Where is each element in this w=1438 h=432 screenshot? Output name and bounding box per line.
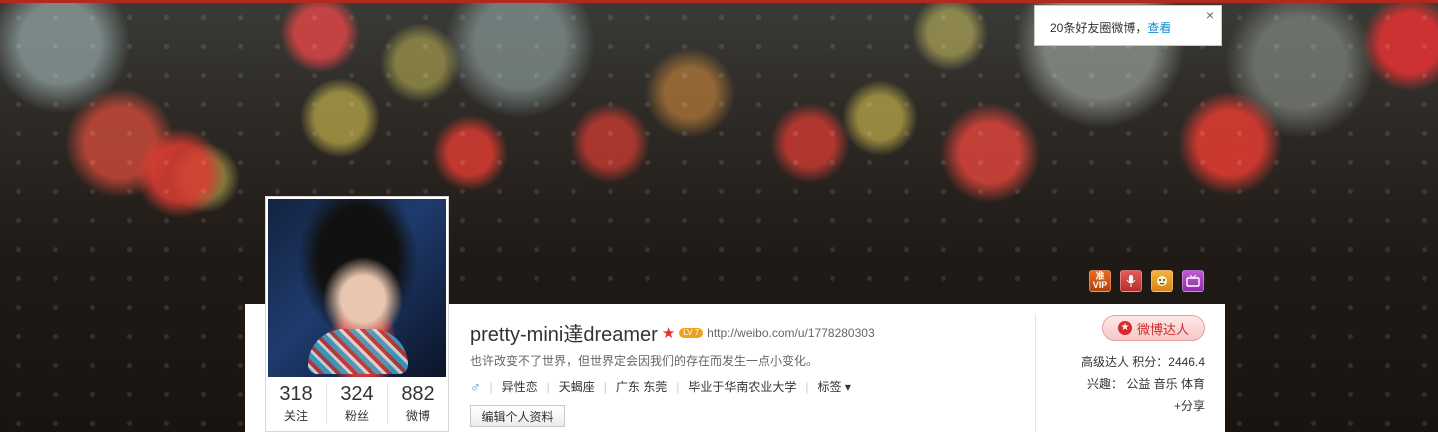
- separator: |: [805, 379, 809, 394]
- male-gender-icon: ♂: [470, 378, 481, 395]
- profile-bio: 也许改变不了世界，但世界定会因我们的存在而发生一点小变化。: [470, 354, 819, 368]
- separator: |: [546, 379, 550, 394]
- profile-name-row: pretty-mini達dreamer ★ LV 7 http://weibo.…: [470, 318, 875, 347]
- tags-dropdown[interactable]: 标签 ▾: [818, 378, 851, 395]
- close-icon[interactable]: ×: [1206, 7, 1214, 23]
- tag-location[interactable]: 广东 东莞: [616, 378, 667, 395]
- stat-following[interactable]: 318 关注: [266, 383, 326, 424]
- weibo-expert-label: 微博达人: [1136, 321, 1189, 337]
- stat-posts-label: 微博: [405, 409, 430, 423]
- separator: |: [603, 379, 607, 394]
- notification-text: 20条好友圈微博，查看: [1050, 19, 1171, 36]
- stat-followers-label: 粉丝: [344, 409, 369, 423]
- weibo-expert-button[interactable]: ★ 微博达人: [1102, 315, 1205, 341]
- card-divider: [1035, 314, 1036, 432]
- stat-followers[interactable]: 324 粉丝: [326, 383, 387, 424]
- stat-posts[interactable]: 882 微博: [387, 383, 448, 424]
- tag-zodiac[interactable]: 天蝎座: [559, 378, 595, 395]
- tv-badge-icon[interactable]: [1182, 270, 1204, 292]
- notification-popup: 20条好友圈微博，查看 ×: [1034, 5, 1222, 46]
- tag-orientation[interactable]: 异性恋: [502, 378, 538, 395]
- stat-posts-count: 882: [401, 383, 435, 405]
- share-link[interactable]: +分享: [1174, 397, 1205, 414]
- badge-row: 准VIP: [1089, 270, 1204, 292]
- expert-level-info: 高级达人 积分：2446.4: [1080, 355, 1205, 369]
- notification-view-link[interactable]: 查看: [1147, 21, 1171, 35]
- avatar[interactable]: [268, 199, 446, 377]
- separator: |: [489, 379, 493, 394]
- stat-following-label: 关注: [283, 409, 308, 423]
- vip-badge-icon[interactable]: 准VIP: [1089, 270, 1111, 292]
- stat-followers-count: 324: [340, 383, 374, 405]
- microphone-badge-icon[interactable]: [1120, 270, 1142, 292]
- stat-following-count: 318: [279, 383, 313, 405]
- interests-line: 兴趣： 公益 音乐 体育: [1086, 377, 1205, 391]
- verified-star-icon[interactable]: ★: [662, 324, 675, 342]
- level-badge[interactable]: LV 7: [679, 327, 704, 338]
- tag-education[interactable]: 毕业于华南农业大学: [688, 378, 796, 395]
- avatar-panel: 318 关注 324 粉丝 882 微博: [265, 196, 449, 432]
- profile-tags: ♂ | 异性恋 | 天蝎座 | 广东 东莞 | 毕业于华南农业大学 | 标签 ▾: [470, 378, 851, 395]
- notification-message: 20条好友圈微博，: [1050, 21, 1148, 35]
- separator: |: [676, 379, 680, 394]
- stats-row: 318 关注 324 粉丝 882 微博: [266, 383, 448, 424]
- tiger-badge-icon[interactable]: [1151, 270, 1173, 292]
- edit-profile-button[interactable]: 编辑个人资料: [470, 405, 565, 427]
- profile-name: pretty-mini達dreamer: [470, 324, 658, 346]
- profile-url: http://weibo.com/u/1778280303: [707, 325, 875, 340]
- star-icon: ★: [1117, 321, 1132, 335]
